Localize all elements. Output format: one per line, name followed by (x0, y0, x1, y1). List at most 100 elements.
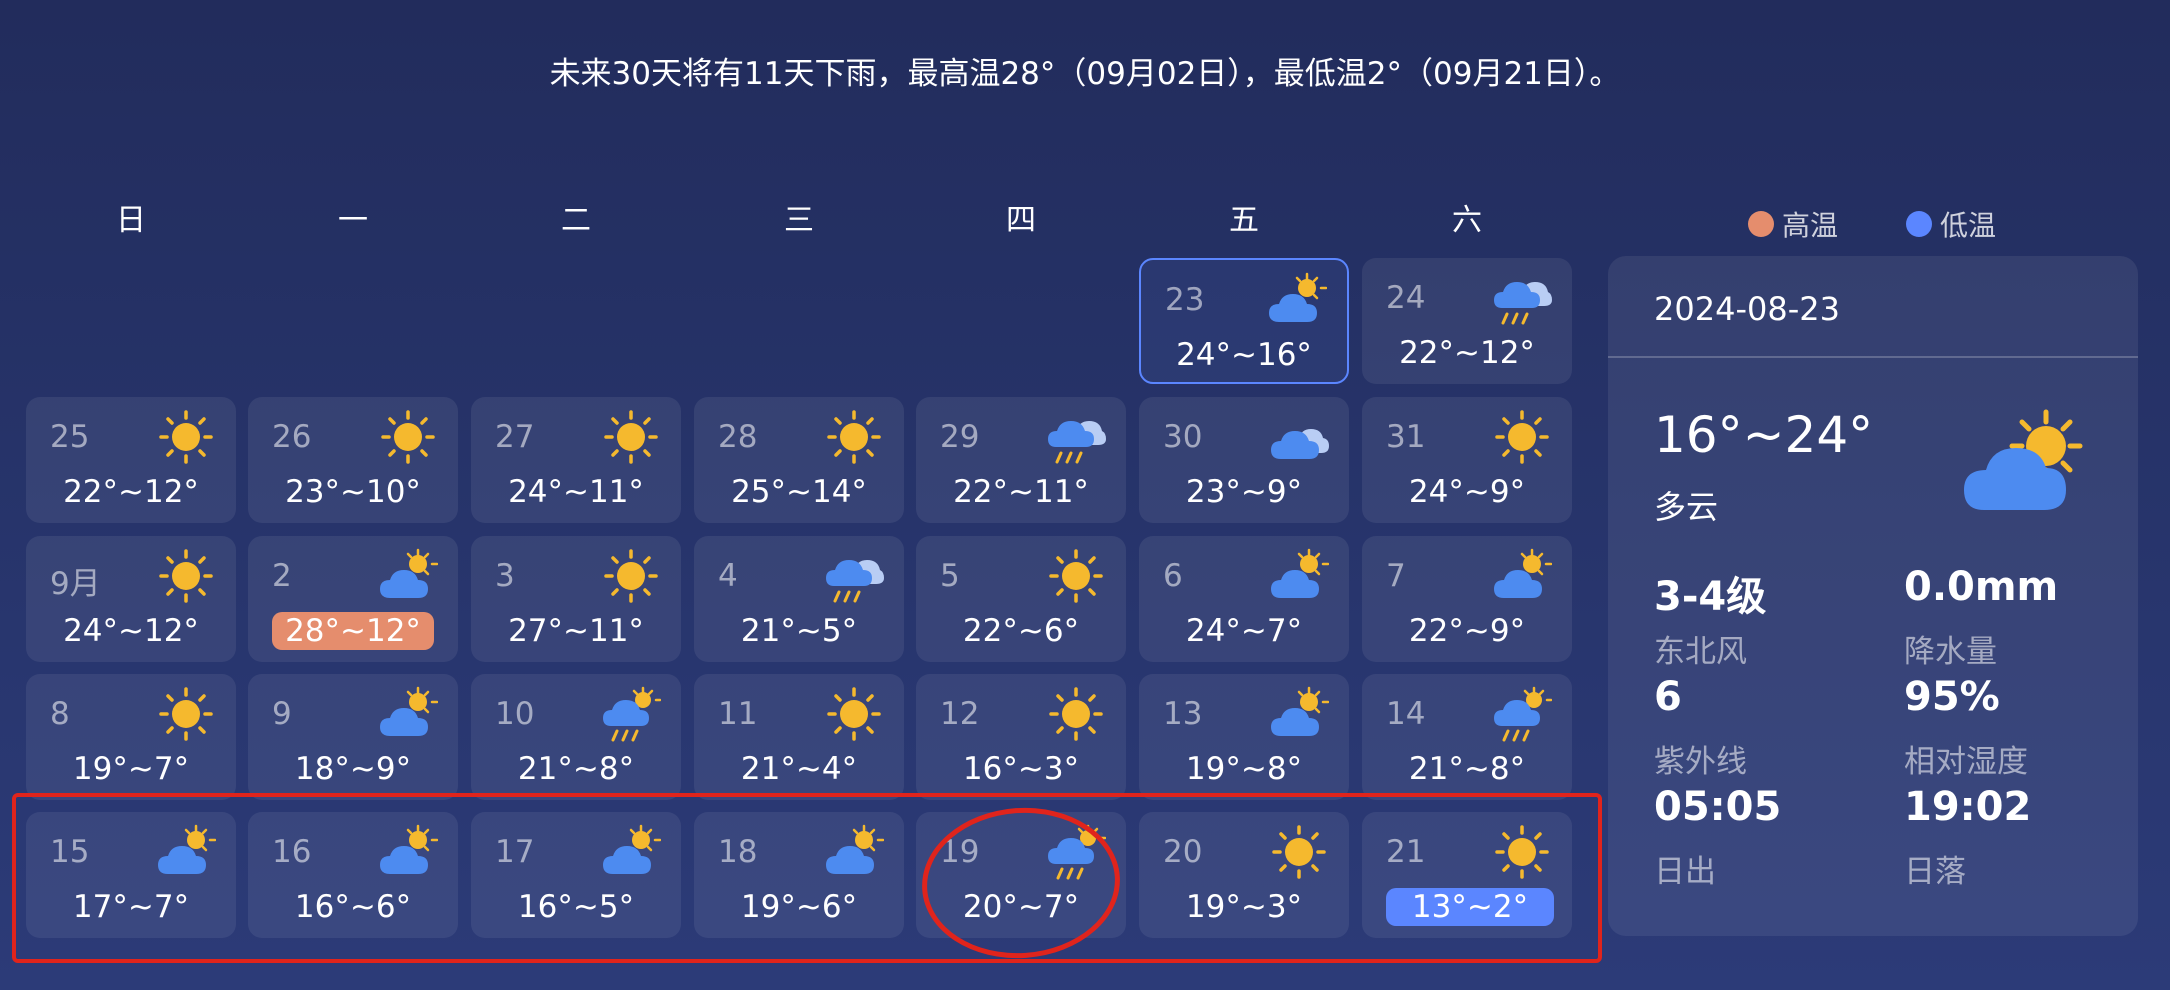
sun-icon (601, 548, 661, 604)
calendar-day-cell[interactable]: 6 24°~7° (1139, 536, 1349, 662)
calendar-day-cell[interactable]: 28 25°~14° (694, 397, 904, 523)
partly-cloudy-icon (1960, 406, 2090, 520)
humidity-value: 95% (1904, 674, 2000, 720)
calendar-day-cell[interactable]: 16 16°~6° (248, 812, 458, 938)
humidity-label: 相对湿度 (1904, 744, 2028, 780)
wind-value: 3-4级 (1654, 574, 1767, 620)
day-number: 30 (1163, 419, 1203, 455)
day-number: 27 (495, 419, 535, 455)
day-temp-range: 20°~7° (962, 889, 1080, 925)
sun-icon (378, 409, 438, 465)
rain-icon (824, 548, 884, 604)
day-temp-range: 22°~12° (63, 474, 199, 510)
day-temp-range: 24°~16° (1176, 337, 1312, 373)
partly-cloudy-icon (378, 548, 439, 604)
weekday-label: 五 (1229, 203, 1259, 238)
day-number: 28 (718, 419, 758, 455)
calendar-day-cell[interactable]: 11 21°~4° (694, 674, 904, 800)
detail-panel: 2024-08-23 16°~24° 多云 3-4级 东北风 0.0mm 降水量… (1608, 256, 2138, 936)
calendar-day-cell[interactable]: 9月 24°~12° (26, 536, 236, 662)
precip-label: 降水量 (1904, 634, 1997, 670)
day-number: 13 (1163, 696, 1203, 732)
day-number: 20 (1163, 834, 1203, 870)
day-number: 25 (50, 419, 90, 455)
day-number: 10 (495, 696, 535, 732)
rain-icon (1046, 409, 1106, 465)
calendar-day-cell[interactable]: 13 19°~8° (1139, 674, 1349, 800)
day-temp-range: 17°~7° (72, 889, 190, 925)
day-number: 3 (495, 558, 515, 594)
precip-value: 0.0mm (1904, 564, 2059, 610)
calendar-day-cell[interactable]: 18 19°~6° (694, 812, 904, 938)
weekday-label: 一 (338, 203, 368, 238)
calendar-day-cell[interactable]: 25 22°~12° (26, 397, 236, 523)
day-temp-range: 24°~7° (1185, 613, 1303, 649)
calendar-day-cell[interactable]: 5 22°~6° (916, 536, 1126, 662)
weekday-label: 日 (116, 203, 146, 238)
day-number: 8 (50, 696, 70, 732)
day-number: 29 (940, 419, 980, 455)
calendar-day-cell[interactable]: 20 19°~3° (1139, 812, 1349, 938)
calendar-day-cell[interactable]: 15 17°~7° (26, 812, 236, 938)
calendar-day-cell[interactable]: 24 22°~12° (1362, 258, 1572, 384)
day-number: 16 (272, 834, 312, 870)
sun-rain-icon (1492, 686, 1553, 742)
day-number: 31 (1386, 419, 1426, 455)
calendar-day-cell[interactable]: 23 24°~16° (1139, 258, 1349, 384)
day-temp-range: 22°~12° (1399, 335, 1535, 371)
partly-cloudy-icon (601, 824, 662, 880)
calendar-day-cell[interactable]: 12 16°~3° (916, 674, 1126, 800)
calendar-day-cell[interactable]: 2 28°~12° (248, 536, 458, 662)
day-temp-range: 19°~6° (740, 889, 858, 925)
sun-icon (156, 686, 216, 742)
day-temp-range: 19°~7° (72, 751, 190, 787)
day-temp-range: 19°~3° (1185, 889, 1303, 925)
day-temp-range: 16°~6° (294, 889, 412, 925)
calendar-day-cell[interactable]: 26 23°~10° (248, 397, 458, 523)
weekday-label: 三 (784, 203, 814, 238)
calendar-day-cell[interactable]: 9 18°~9° (248, 674, 458, 800)
day-number: 2 (272, 558, 292, 594)
sun-rain-icon (601, 686, 662, 742)
calendar-day-cell[interactable]: 29 22°~11° (916, 397, 1126, 523)
partly-cloudy-icon (378, 686, 439, 742)
high-temp-dot (1748, 211, 1774, 237)
calendar-day-cell[interactable]: 14 21°~8° (1362, 674, 1572, 800)
day-temp-range: 27°~11° (508, 613, 644, 649)
sun-icon (824, 409, 884, 465)
partly-cloudy-icon (1492, 548, 1553, 604)
day-temp-range: 18°~9° (294, 751, 412, 787)
calendar-day-cell[interactable]: 27 24°~11° (471, 397, 681, 523)
legend-high-label: 高温 (1782, 209, 1839, 242)
calendar-day-cell[interactable]: 19 20°~7° (916, 812, 1126, 938)
day-number: 14 (1386, 696, 1426, 732)
detail-date: 2024-08-23 (1654, 290, 1840, 328)
calendar-day-cell[interactable]: 4 21°~5° (694, 536, 904, 662)
sun-rain-icon (1046, 824, 1107, 880)
uv-label: 紫外线 (1654, 744, 1747, 780)
legend-low-label: 低温 (1940, 209, 1997, 242)
low-temp-dot (1906, 211, 1932, 237)
sunrise-label: 日出 (1654, 854, 1716, 890)
day-temp-range: 25°~14° (731, 474, 867, 510)
calendar-day-cell[interactable]: 7 22°~9° (1362, 536, 1572, 662)
calendar-day-cell[interactable]: 8 19°~7° (26, 674, 236, 800)
wind-label: 东北风 (1654, 634, 1747, 670)
detail-condition: 多云 (1654, 488, 1719, 526)
day-number: 7 (1386, 558, 1406, 594)
day-temp-range: 21°~5° (740, 613, 858, 649)
calendar-day-cell[interactable]: 21 13°~2° (1362, 812, 1572, 938)
calendar-day-cell[interactable]: 17 16°~5° (471, 812, 681, 938)
sun-icon (1492, 409, 1552, 465)
weekday-label: 二 (561, 203, 591, 238)
sun-icon (601, 409, 661, 465)
calendar-day-cell[interactable]: 31 24°~9° (1362, 397, 1572, 523)
day-temp-range: 24°~11° (508, 474, 644, 510)
calendar-day-cell[interactable]: 10 21°~8° (471, 674, 681, 800)
sun-icon (1492, 824, 1552, 880)
calendar-day-cell[interactable]: 30 23°~9° (1139, 397, 1349, 523)
summary-text: 未来30天将有11天下雨，最高温28°（09月02日），最低温2°（09月21日… (549, 56, 1621, 92)
day-temp-range: 16°~5° (517, 889, 635, 925)
calendar-day-cell[interactable]: 3 27°~11° (471, 536, 681, 662)
day-number: 9 (272, 696, 292, 732)
